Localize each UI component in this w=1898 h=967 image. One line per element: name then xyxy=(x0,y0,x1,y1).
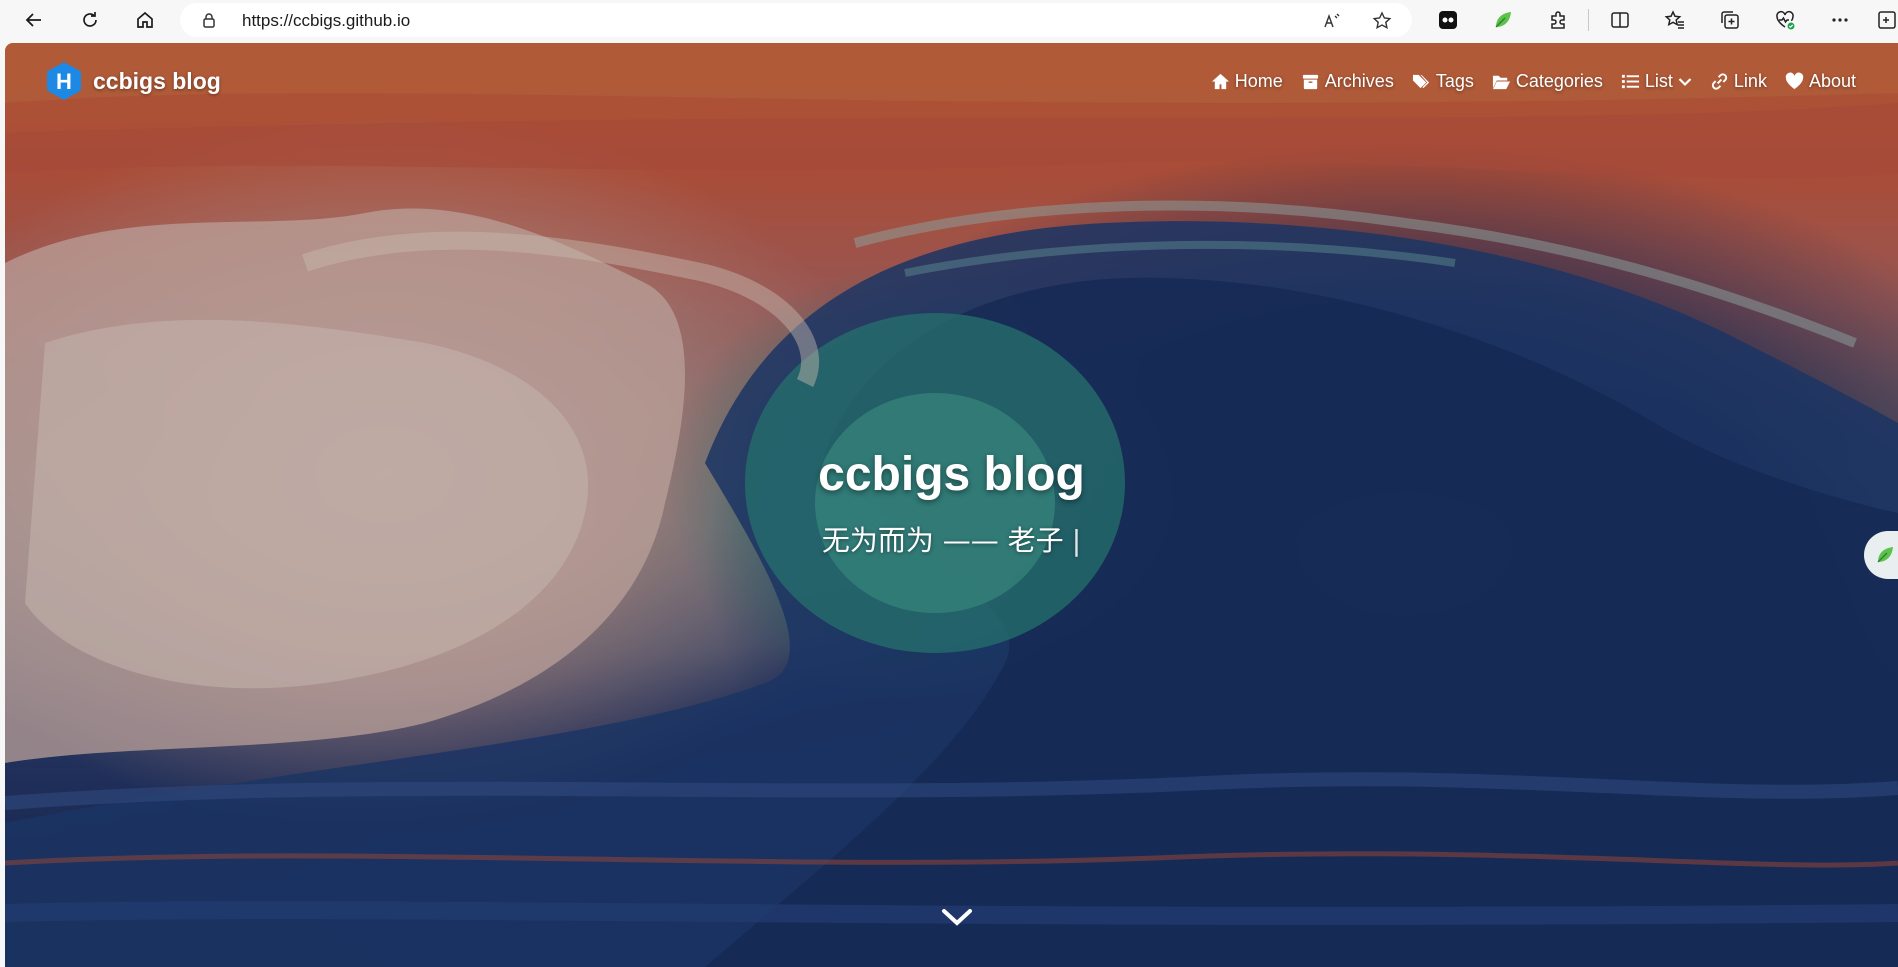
nav-label-link: Link xyxy=(1733,71,1767,91)
more-menu-icon[interactable] xyxy=(1829,9,1851,31)
nav-item-categories[interactable]: Categories xyxy=(1492,71,1603,92)
subtitle-text: 无为而为 —— 老子 xyxy=(821,524,1064,557)
extension-icon[interactable] xyxy=(1437,9,1459,31)
site-title: ccbigs blog xyxy=(818,448,1085,501)
lock-icon[interactable] xyxy=(200,11,218,29)
browser-health-icon[interactable] xyxy=(1774,9,1796,31)
list-icon xyxy=(1621,74,1639,89)
url-text[interactable]: https://ccbigs.github.io xyxy=(242,11,410,31)
back-icon[interactable] xyxy=(18,6,50,34)
read-aloud-icon[interactable] xyxy=(1322,11,1342,31)
nav-item-about[interactable]: About xyxy=(1785,71,1856,92)
brand-name[interactable]: ccbigs blog xyxy=(93,68,221,95)
wave-painting xyxy=(5,43,1898,967)
logo-letter: H xyxy=(56,69,72,94)
nav-item-home[interactable]: Home xyxy=(1211,71,1283,92)
nav-label-categories: Categories xyxy=(1515,71,1603,91)
heart-icon xyxy=(1785,72,1804,90)
link-icon xyxy=(1711,73,1728,90)
favorites-icon[interactable] xyxy=(1664,9,1686,31)
main-nav: Home Archives Tags Categories List Link … xyxy=(1193,71,1856,92)
nav-label-about: About xyxy=(1808,71,1856,91)
nav-item-list[interactable]: List xyxy=(1621,71,1692,92)
scroll-down-chevron-icon[interactable] xyxy=(940,905,974,929)
site-brand[interactable]: H ccbigs blog xyxy=(43,60,221,102)
nav-label-archives: Archives xyxy=(1324,71,1394,91)
hero-background-painting xyxy=(5,43,1898,967)
nav-label-list: List xyxy=(1644,71,1673,91)
browser-toolbar: https://ccbigs.github.io xyxy=(0,0,1898,40)
site-subtitle: 无为而为 —— 老子 | xyxy=(5,519,1898,559)
nav-label-tags: Tags xyxy=(1435,71,1474,91)
nav-item-archives[interactable]: Archives xyxy=(1301,71,1394,92)
tags-icon xyxy=(1412,74,1429,89)
leaf-icon xyxy=(1877,547,1893,563)
nav-item-link[interactable]: Link xyxy=(1710,71,1767,92)
address-bar[interactable]: https://ccbigs.github.io xyxy=(180,3,1412,37)
archive-icon xyxy=(1302,74,1318,90)
nav-item-tags[interactable]: Tags xyxy=(1412,71,1474,92)
blog-page: H ccbigs blog Home Archives Tags Categor… xyxy=(5,43,1898,967)
home-icon xyxy=(1211,73,1229,90)
puzzle-extensions-icon[interactable] xyxy=(1547,9,1569,31)
chevron-down-icon xyxy=(1678,77,1692,86)
home-icon[interactable] xyxy=(129,6,161,34)
leaf-extension-icon[interactable] xyxy=(1492,9,1514,31)
logo-icon[interactable]: H xyxy=(43,60,85,102)
collections-icon[interactable] xyxy=(1719,9,1741,31)
nav-label-home: Home xyxy=(1234,71,1283,91)
sidebar-icon[interactable] xyxy=(1876,9,1898,31)
toolbar-divider xyxy=(1588,9,1589,31)
refresh-icon[interactable] xyxy=(74,6,106,34)
folder-open-icon xyxy=(1492,75,1510,90)
favorite-star-icon[interactable] xyxy=(1372,11,1392,31)
split-screen-icon[interactable] xyxy=(1609,9,1631,31)
typing-cursor: | xyxy=(1071,524,1082,557)
